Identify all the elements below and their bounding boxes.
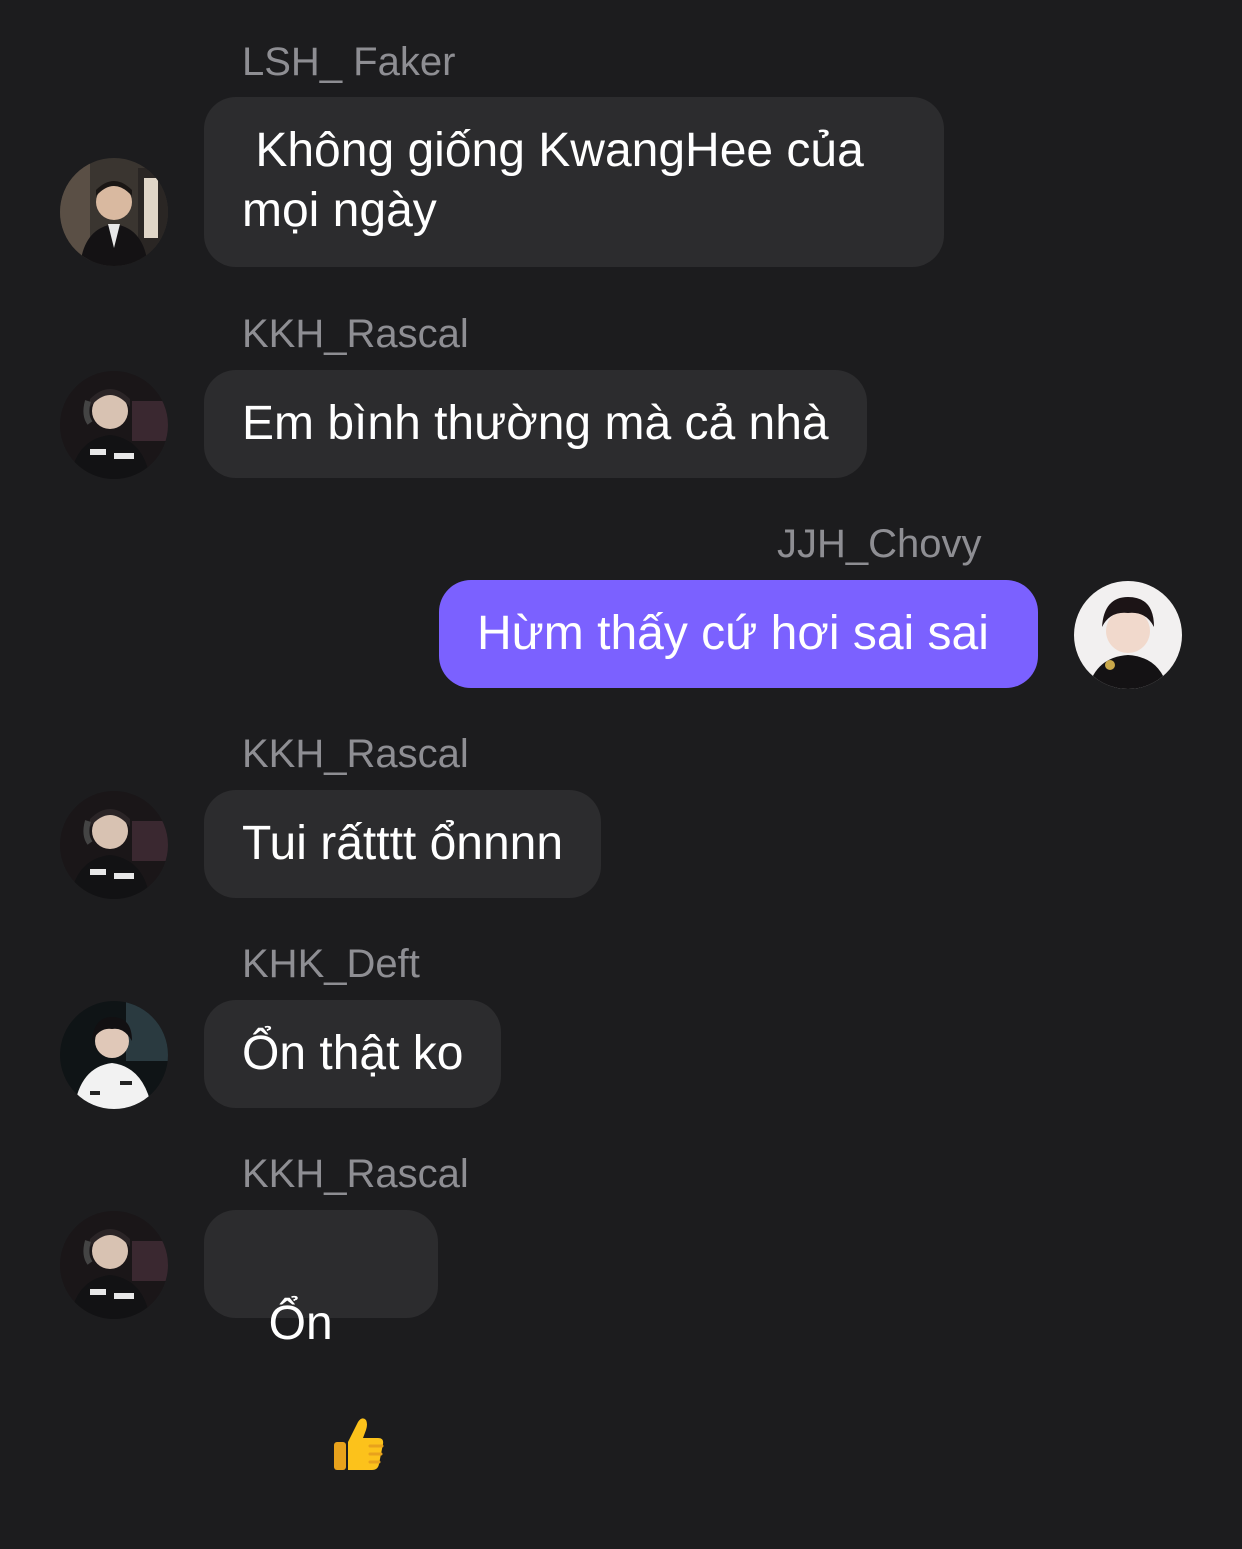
sender-name: KKH_Rascal [242, 1152, 469, 1196]
message-bubble[interactable]: Không giống KwangHee của mọi ngày [204, 97, 944, 267]
avatar[interactable] [60, 791, 168, 899]
message-bubble-outgoing[interactable]: Hừm thấy cứ hơi sai sai [439, 580, 1038, 688]
sender-name: JJH_Chovy [777, 522, 982, 566]
avatar[interactable] [1074, 581, 1182, 689]
message-text: Ổn [268, 1297, 333, 1350]
sender-name: KKH_Rascal [242, 312, 469, 356]
sender-name: KKH_Rascal [242, 732, 469, 776]
message-bubble[interactable]: Ổn thật ko [204, 1000, 502, 1108]
message-bubble[interactable]: Em bình thường mà cả nhà [204, 370, 867, 478]
avatar[interactable] [60, 371, 168, 479]
message-bubble[interactable]: Tui rấtttt ổnnnn [204, 790, 602, 898]
avatar[interactable] [60, 158, 168, 266]
avatar[interactable] [60, 1211, 168, 1319]
sender-name: KHK_Deft [242, 942, 420, 986]
thumbs-up-icon [275, 1354, 388, 1549]
message-bubble[interactable]: Ổn [204, 1210, 438, 1470]
sender-name: LSH_ Faker [242, 40, 456, 84]
avatar[interactable] [60, 1001, 168, 1109]
